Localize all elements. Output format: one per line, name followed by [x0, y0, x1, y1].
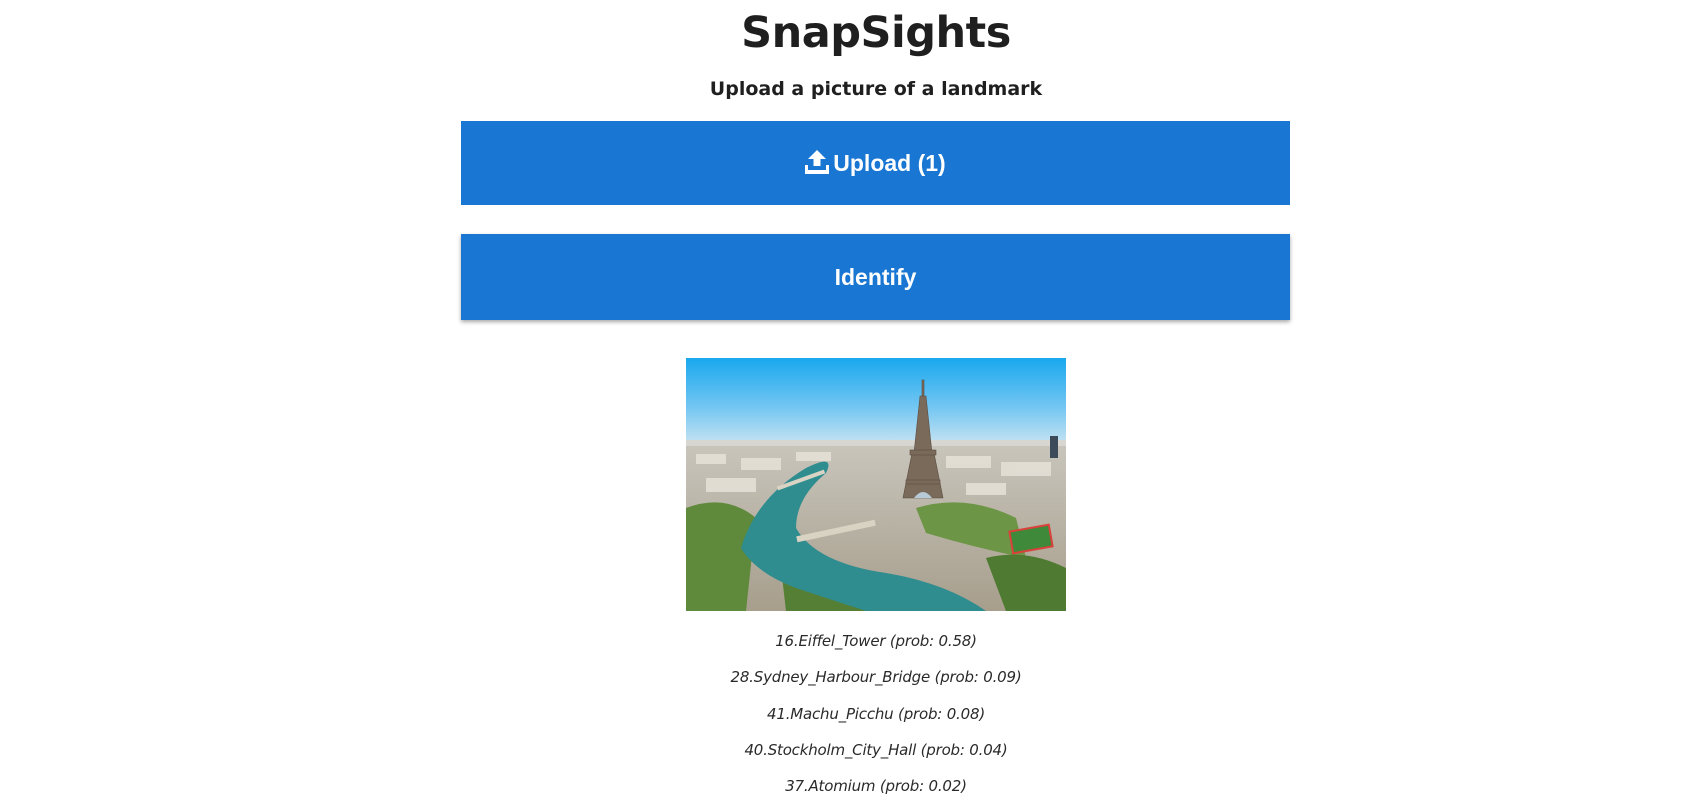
app-page: SnapSights Upload a picture of a landmar… — [0, 0, 1699, 795]
result-item: 16.Eiffel_Tower (prob: 0.58) — [775, 632, 977, 650]
prediction-results: 16.Eiffel_Tower (prob: 0.58) 28.Sydney_H… — [0, 623, 1699, 795]
uploaded-landmark-image — [686, 358, 1066, 611]
identify-button[interactable]: Identify — [461, 234, 1290, 320]
app-subtitle: Upload a picture of a landmark — [709, 78, 1043, 100]
result-item: 40.Stockholm_City_Hall (prob: 0.04) — [744, 740, 1008, 759]
identify-button-label: Identify — [834, 263, 917, 290]
upload-icon — [805, 150, 830, 174]
result-item: 37.Atomium (prob: 0.02) — [785, 777, 967, 795]
app-title: SnapSights — [741, 8, 1011, 58]
result-item: 41.Machu_Picchu (prob: 0.08) — [767, 704, 985, 723]
result-item: 28.Sydney_Harbour_Bridge (prob: 0.09) — [730, 668, 1022, 687]
upload-button-label: Upload (1) — [833, 149, 946, 176]
upload-button[interactable]: Upload (1) — [461, 121, 1290, 205]
